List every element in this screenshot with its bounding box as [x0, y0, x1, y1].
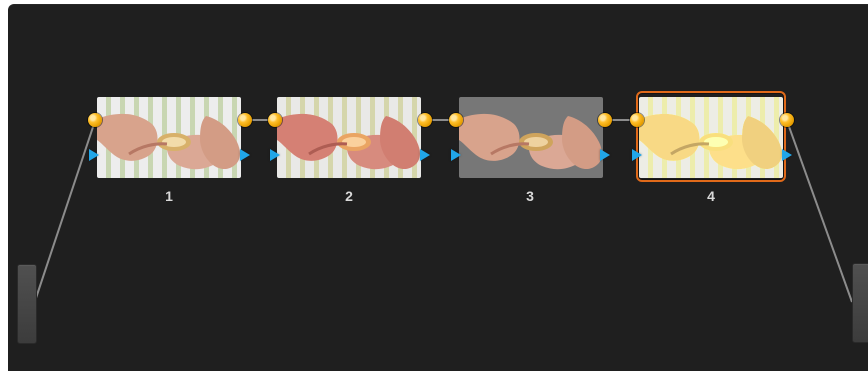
- output-handle[interactable]: [852, 263, 868, 343]
- source-handle[interactable]: [17, 264, 37, 344]
- node-editor-panel[interactable]: [8, 4, 868, 371]
- node-graph-view: 1 2 3 4: [0, 0, 868, 371]
- node-3-label: 3: [526, 188, 534, 204]
- node-1-rgb-output-port-icon[interactable]: [238, 113, 252, 127]
- node-1[interactable]: [97, 97, 241, 178]
- node-1-thumbnail: [97, 97, 241, 178]
- node-1-rgb-input-port-icon[interactable]: [88, 113, 102, 127]
- hands-image-icon: [459, 113, 602, 170]
- node-2-key-input-triangle-icon[interactable]: [270, 149, 280, 161]
- node-2-rgb-input-port-icon[interactable]: [268, 113, 282, 127]
- node-1-label: 1: [165, 188, 173, 204]
- hands-image-icon: [277, 113, 420, 170]
- node-2-key-output-triangle-icon[interactable]: [420, 149, 430, 161]
- node-2-thumbnail: [277, 97, 421, 178]
- node-3-key-input-triangle-icon[interactable]: [451, 149, 461, 161]
- node-4-key-output-triangle-icon[interactable]: [782, 149, 792, 161]
- hands-image-icon: [97, 113, 240, 170]
- node-2[interactable]: [277, 97, 421, 178]
- node-1-key-input-triangle-icon[interactable]: [89, 149, 99, 161]
- node-4-thumbnail: [639, 97, 783, 178]
- node-1-key-output-triangle-icon[interactable]: [240, 149, 250, 161]
- node-4-rgb-input-port-icon[interactable]: [630, 113, 644, 127]
- node-3-thumbnail: [459, 97, 603, 178]
- node-3-key-output-triangle-icon[interactable]: [600, 149, 610, 161]
- node-3-rgb-output-port-icon[interactable]: [598, 113, 612, 127]
- node-4[interactable]: [636, 91, 786, 182]
- node-2-label: 2: [345, 188, 353, 204]
- node-3[interactable]: [459, 97, 603, 178]
- node-4-key-input-triangle-icon[interactable]: [632, 149, 642, 161]
- node-2-rgb-output-port-icon[interactable]: [418, 113, 432, 127]
- hands-image-icon: [639, 113, 782, 170]
- node-4-label: 4: [707, 188, 715, 204]
- node-3-rgb-input-port-icon[interactable]: [449, 113, 463, 127]
- node-4-rgb-output-port-icon[interactable]: [780, 113, 794, 127]
